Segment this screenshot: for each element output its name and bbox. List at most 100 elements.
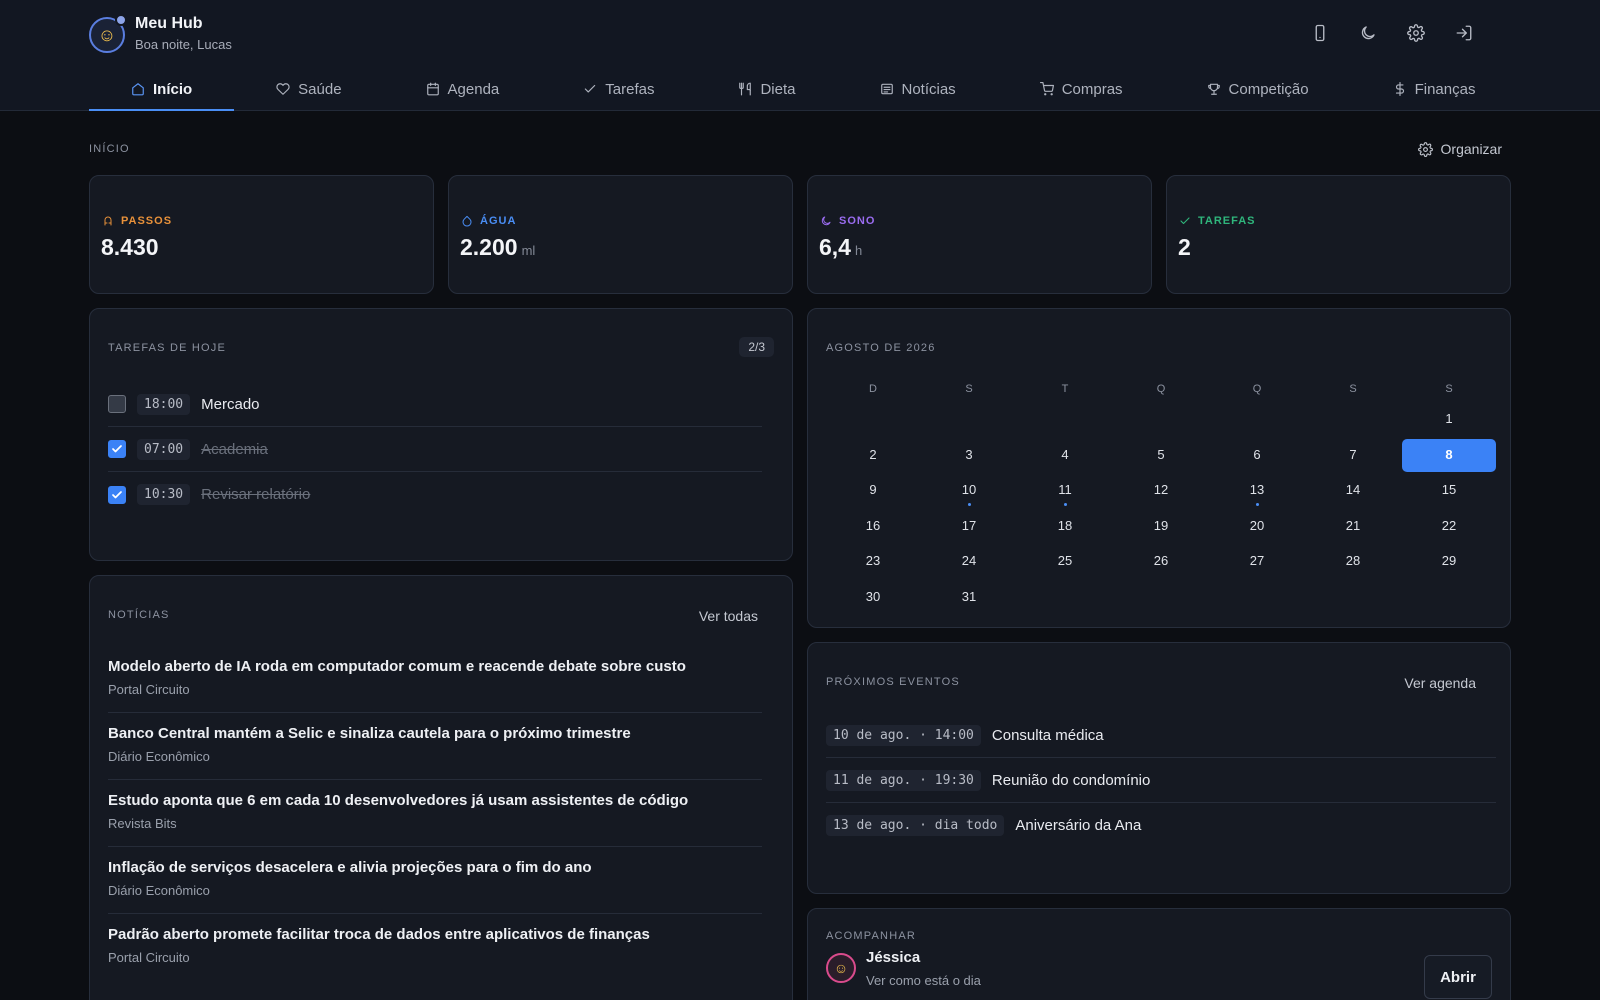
- calendar-day[interactable]: 1: [1402, 403, 1496, 439]
- calendar-day[interactable]: 13: [1210, 474, 1304, 510]
- news-item[interactable]: Modelo aberto de IA roda em computador c…: [108, 646, 762, 713]
- calendar-weekdays: D S T Q Q S S: [826, 375, 1496, 403]
- task-row[interactable]: 18:00 Mercado: [108, 382, 762, 427]
- task-row[interactable]: 07:00 Academia: [108, 427, 762, 472]
- calendar-day[interactable]: 22: [1402, 510, 1496, 546]
- calendar-empty-cell: [1114, 403, 1208, 439]
- calendar-empty-cell: [1018, 403, 1112, 439]
- calendar-day[interactable]: 4: [1018, 439, 1112, 475]
- news-source: Diário Econômico: [108, 749, 210, 764]
- task-row[interactable]: 10:30 Revisar relatório: [108, 472, 762, 517]
- logout-icon[interactable]: [1452, 21, 1476, 45]
- gear-icon[interactable]: [1404, 21, 1428, 45]
- stat-value: 2.200 ml: [460, 234, 535, 261]
- tab-saude[interactable]: Saúde: [234, 68, 383, 110]
- news-item[interactable]: Estudo aponta que 6 em cada 10 desenvolv…: [108, 780, 762, 847]
- calendar-day[interactable]: 14: [1306, 474, 1400, 510]
- calendar-day[interactable]: 5: [1114, 439, 1208, 475]
- news-card: NOTÍCIAS Ver todas Modelo aberto de IA r…: [89, 575, 793, 1000]
- calendar-day[interactable]: 29: [1402, 545, 1496, 581]
- weekday-label: Q: [1156, 383, 1166, 395]
- news-item[interactable]: Padrão aberto promete facilitar troca de…: [108, 914, 762, 981]
- weekday-label: S: [965, 383, 973, 395]
- calendar-day[interactable]: 20: [1210, 510, 1304, 546]
- see-all-news-link[interactable]: Ver todas: [699, 608, 758, 624]
- calendar-day[interactable]: 3: [922, 439, 1016, 475]
- calendar-day[interactable]: 6: [1210, 439, 1304, 475]
- tab-agenda[interactable]: Agenda: [384, 68, 542, 110]
- tab-competicao[interactable]: Competição: [1165, 68, 1351, 110]
- calendar-day[interactable]: 7: [1306, 439, 1400, 475]
- event-time: 10 de ago. · 14:00: [826, 724, 981, 746]
- organize-button[interactable]: Organizar: [1417, 141, 1502, 157]
- calendar-card: AGOSTO DE 2026 D S T Q Q S S 1 2 3 4 5 6 7 8 9 10…: [807, 308, 1511, 628]
- calendar-day[interactable]: 17: [922, 510, 1016, 546]
- stat-unit: h: [854, 243, 863, 258]
- footsteps-icon: [104, 216, 112, 226]
- stat-label-text: TAREFAS: [1198, 215, 1256, 227]
- calendar-day[interactable]: 25: [1018, 545, 1112, 581]
- news-item[interactable]: Inflação de serviços desacelera e alivia…: [108, 847, 762, 914]
- calendar-day[interactable]: 19: [1114, 510, 1208, 546]
- moon-icon[interactable]: [1356, 21, 1380, 45]
- stat-card-sono[interactable]: SONO 6,4 h: [807, 175, 1152, 294]
- tab-financas[interactable]: Finanças: [1351, 68, 1518, 110]
- calendar-day[interactable]: 15: [1402, 474, 1496, 510]
- task-checkbox[interactable]: [108, 395, 126, 413]
- stat-label: PASSOS: [102, 215, 172, 227]
- tab-tarefas[interactable]: Tarefas: [541, 68, 696, 110]
- calendar-day[interactable]: 21: [1306, 510, 1400, 546]
- calendar-day[interactable]: 23: [826, 545, 920, 581]
- tab-compras[interactable]: Compras: [998, 68, 1165, 110]
- news-source: Portal Circuito: [108, 682, 190, 697]
- check-icon: [585, 84, 596, 93]
- event-row[interactable]: 11 de ago. · 19:30 Reunião do condomínio: [826, 758, 1496, 803]
- calendar-day[interactable]: 2: [826, 439, 920, 475]
- tab-dieta[interactable]: Dieta: [696, 68, 837, 110]
- tasks-card: TAREFAS DE HOJE 2/3 18:00 Mercado 07:00 …: [89, 308, 793, 561]
- calendar-day[interactable]: 16: [826, 510, 920, 546]
- calendar-day[interactable]: 26: [1114, 545, 1208, 581]
- stat-card-agua[interactable]: ÁGUA 2.200 ml: [448, 175, 793, 294]
- stat-card-passos[interactable]: PASSOS 8.430: [89, 175, 434, 294]
- calendar-day[interactable]: 30: [826, 581, 920, 617]
- tab-label: Compras: [1061, 80, 1123, 98]
- organize-label: Organizar: [1440, 141, 1502, 157]
- event-time: 11 de ago. · 19:30: [826, 769, 981, 791]
- calendar-day[interactable]: 18: [1018, 510, 1112, 546]
- task-time: 10:30: [137, 484, 191, 505]
- stat-number: 6,4: [819, 234, 851, 260]
- news-title: Estudo aponta que 6 em cada 10 desenvolv…: [108, 792, 689, 809]
- stat-label: ÁGUA: [461, 215, 516, 227]
- tab-label: Início: [153, 80, 193, 98]
- event-title: Reunião do condomínio: [991, 771, 1151, 789]
- calendar-day[interactable]: 11: [1018, 474, 1112, 510]
- task-checkbox[interactable]: [108, 440, 126, 458]
- calendar-day[interactable]: 24: [922, 545, 1016, 581]
- user-avatar-wrap[interactable]: ☺: [89, 14, 127, 53]
- stat-card-tarefas[interactable]: TAREFAS 2: [1166, 175, 1511, 294]
- news-title: Modelo aberto de IA roda em computador c…: [108, 658, 686, 675]
- news-item[interactable]: Banco Central mantém a Selic e sinaliza …: [108, 713, 762, 780]
- calendar-day[interactable]: 28: [1306, 545, 1400, 581]
- calendar-day[interactable]: 27: [1210, 545, 1304, 581]
- tab-noticias[interactable]: Notícias: [838, 68, 998, 110]
- calendar-day[interactable]: 9: [826, 474, 920, 510]
- calendar-day[interactable]: 12: [1114, 474, 1208, 510]
- calendar-week: 1: [826, 403, 1496, 439]
- weekday-label: Q: [1252, 383, 1262, 395]
- calendar-weeks: 1 2 3 4 5 6 7 8 9 10 11 12 13 14 15 16 17 18 19 20 21 22 23 24 2…: [826, 403, 1496, 616]
- event-row[interactable]: 13 de ago. · dia todo Aniversário da Ana: [826, 803, 1496, 848]
- phone-icon[interactable]: [1308, 21, 1332, 45]
- event-row[interactable]: 10 de ago. · 14:00 Consulta médica: [826, 713, 1496, 758]
- calendar-day[interactable]: 8: [1402, 438, 1496, 472]
- task-checkbox[interactable]: [108, 485, 126, 504]
- tab-inicio[interactable]: Início: [89, 68, 235, 111]
- open-button[interactable]: Abrir: [1424, 955, 1492, 999]
- calendar-day[interactable]: 31: [922, 581, 1016, 617]
- calendar-day[interactable]: 10: [922, 474, 1016, 510]
- follow-card: ACOMPANHAR ☺ Jéssica Ver como está o dia…: [807, 908, 1511, 1000]
- calendar-empty-cell: [1210, 403, 1304, 439]
- droplet-icon: [462, 215, 472, 227]
- see-agenda-link[interactable]: Ver agenda: [1404, 675, 1476, 691]
